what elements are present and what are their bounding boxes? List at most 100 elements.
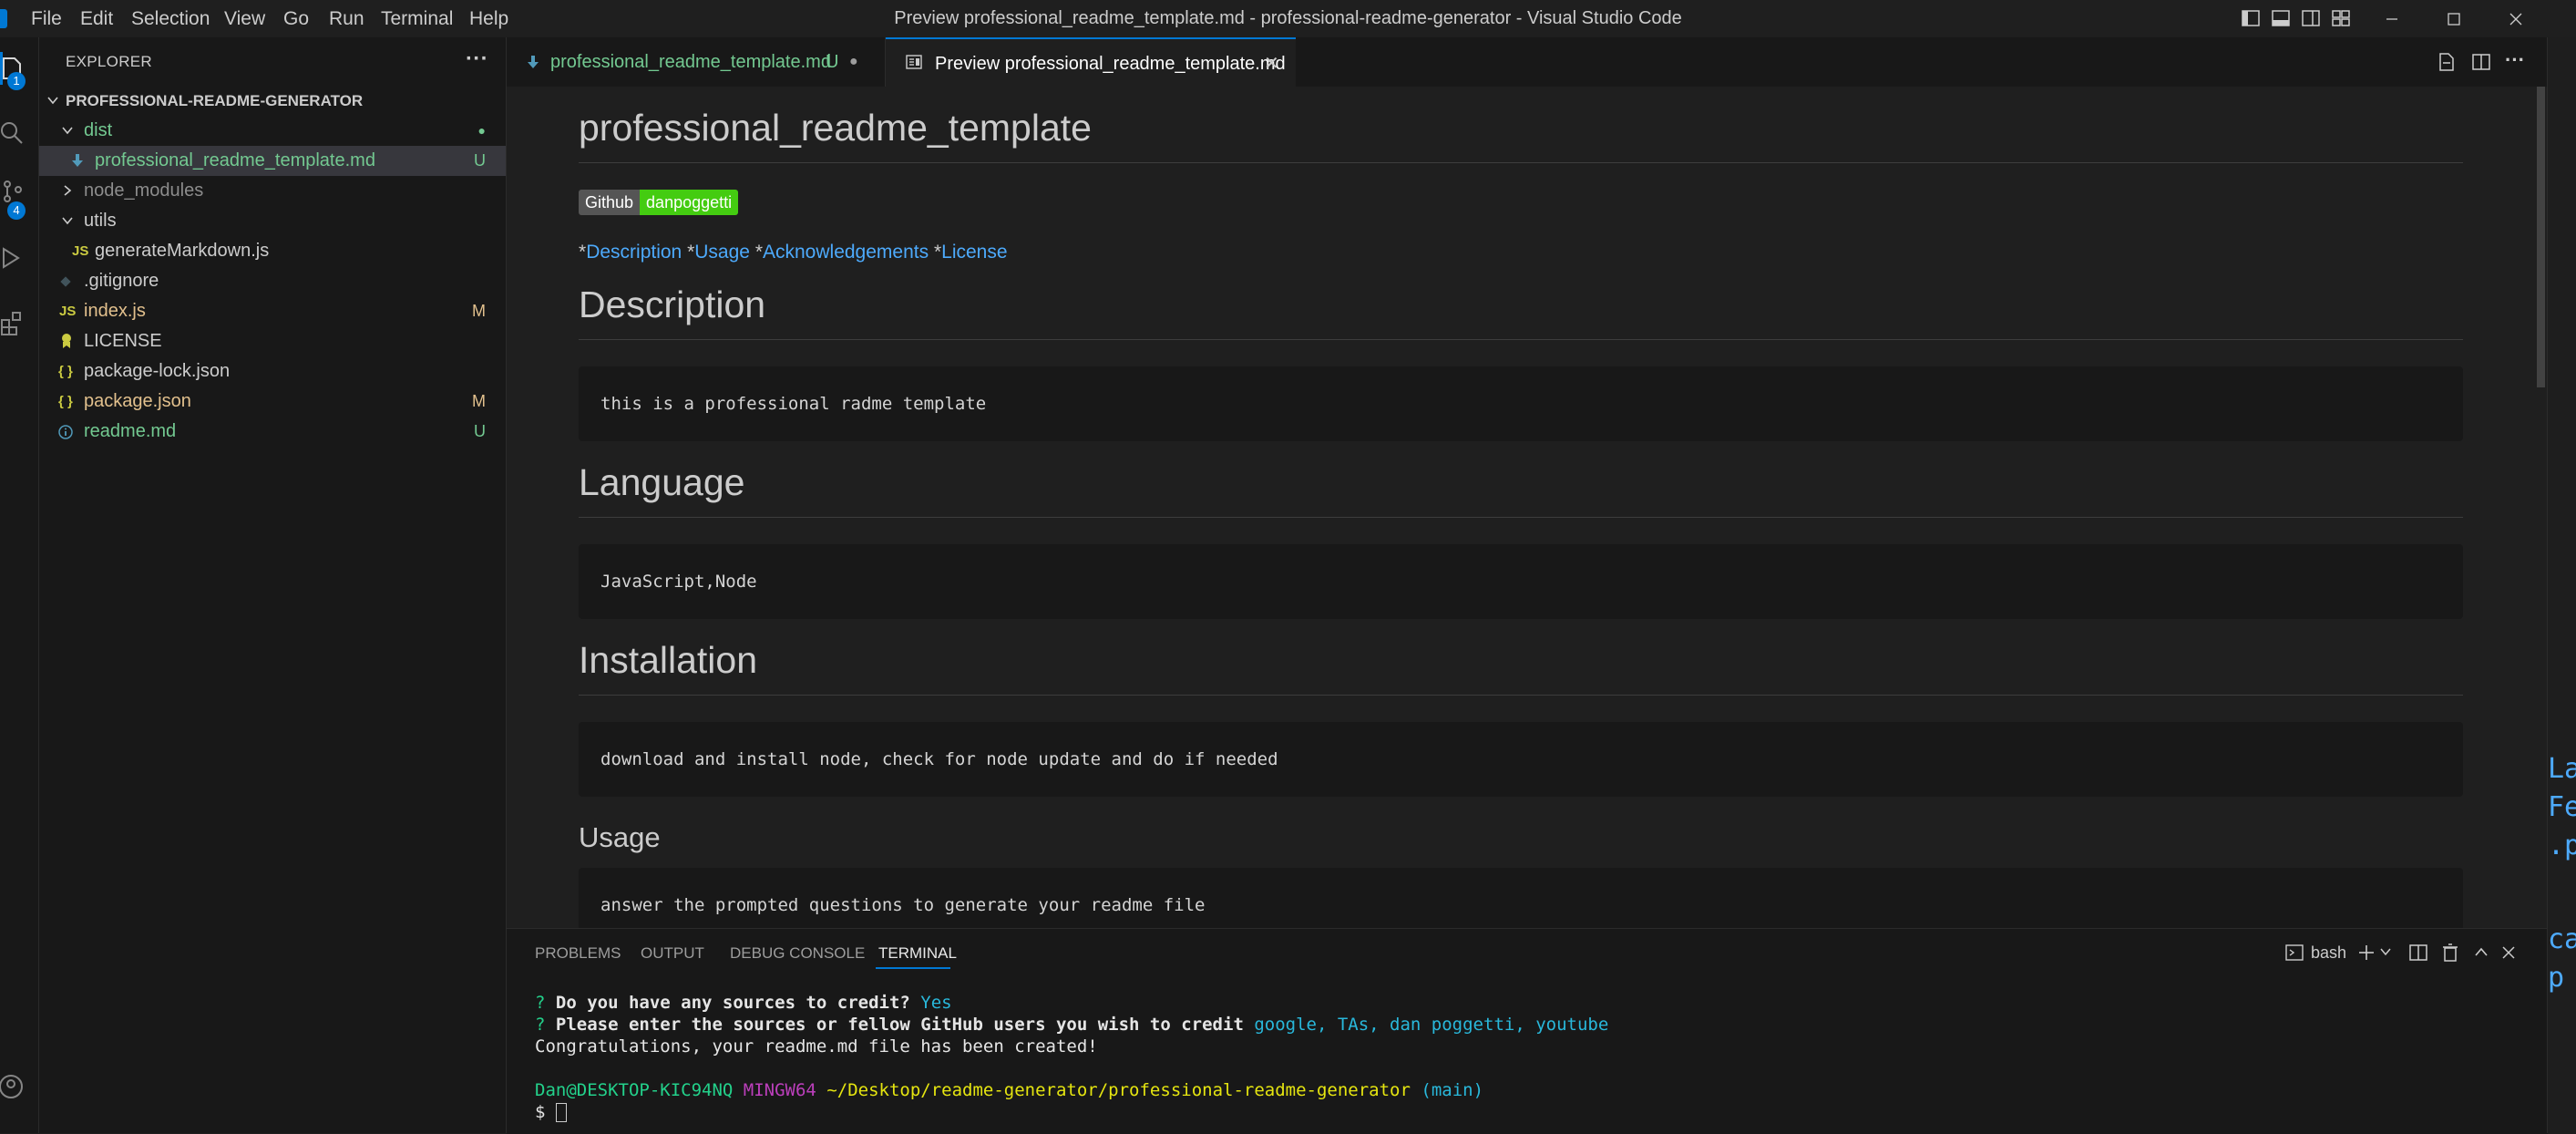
chevron-right-icon xyxy=(64,185,72,196)
tab-label: professional_readme_template.md xyxy=(550,52,831,72)
toc-link-acknowledgements[interactable]: Acknowledgements xyxy=(763,242,929,263)
code-block-description: this is a professional radme template xyxy=(579,366,2463,441)
tree-file-package-json[interactable]: { } package.json M xyxy=(39,387,506,417)
preview-scrollbar[interactable] xyxy=(2534,87,2547,928)
scrollbar-thumb[interactable] xyxy=(2537,87,2545,387)
panel-tab-output[interactable]: OUTPUT xyxy=(641,944,704,963)
menu-file[interactable]: File xyxy=(31,0,62,37)
tree-folder-dist[interactable]: dist ● xyxy=(39,116,506,146)
license-icon xyxy=(62,334,71,348)
tree-file-gitignore[interactable]: .gitignore xyxy=(39,266,506,296)
tab-preview[interactable]: Preview professional_readme_template.md … xyxy=(886,37,1296,88)
code-text: download and install node, check for nod… xyxy=(600,749,1278,769)
tree-file-professional-readme-template[interactable]: professional_readme_template.md U xyxy=(39,146,506,176)
markdown-preview: professional_readme_template Github danp… xyxy=(507,87,2534,928)
toggle-secondary-sidebar-icon[interactable] xyxy=(2301,8,2321,28)
heading-rule xyxy=(579,339,2463,340)
tab-dirty-indicator[interactable]: ● xyxy=(849,37,858,87)
toc-link-description[interactable]: Description xyxy=(586,242,682,263)
tree-file-package-lock[interactable]: { } package-lock.json xyxy=(39,356,506,387)
background-text: .p xyxy=(2548,830,2576,861)
tab-markdown-source[interactable]: professional_readme_template.md U ● xyxy=(507,37,886,87)
chevron-up-icon[interactable] xyxy=(2473,944,2489,961)
close-icon[interactable] xyxy=(2500,944,2517,961)
tree-file-generate-markdown[interactable]: JS generateMarkdown.js xyxy=(39,236,506,266)
workspace-root[interactable]: PROFESSIONAL-README-GENERATOR xyxy=(39,86,506,116)
close-window-button[interactable] xyxy=(2485,0,2547,37)
menu-help[interactable]: Help xyxy=(469,0,508,37)
terminal-prompt-mark: ? xyxy=(535,1015,546,1035)
terminal-branch: (main) xyxy=(1421,1080,1484,1100)
minimize-icon xyxy=(2386,17,2397,20)
terminal-input-line[interactable]: $ xyxy=(535,1102,567,1122)
toggle-panel-icon[interactable] xyxy=(2271,8,2291,28)
split-editor-icon[interactable] xyxy=(2471,52,2491,72)
toggle-primary-sidebar-icon[interactable] xyxy=(2241,8,2261,28)
terminal-question: Please enter the sources or fellow GitHu… xyxy=(555,1015,1244,1035)
terminal-line: Dan@DESKTOP-KIC94NQ MINGW64 ~/Desktop/re… xyxy=(535,1080,1483,1100)
chevron-down-icon[interactable] xyxy=(2379,945,2392,958)
panel-tab-terminal[interactable]: TERMINAL xyxy=(878,944,957,963)
trash-icon[interactable] xyxy=(2440,943,2460,963)
tree-item-status: M xyxy=(472,392,486,410)
tree-item-label: package-lock.json xyxy=(84,361,231,381)
tree-file-readme[interactable]: readme.md U xyxy=(39,417,506,447)
close-icon[interactable]: ✕ xyxy=(1264,39,1279,88)
table-of-contents: *Description *Usage *Acknowledgements *L… xyxy=(579,242,1008,263)
javascript-icon: JS xyxy=(72,243,89,259)
minimize-button[interactable] xyxy=(2361,0,2423,37)
explorer-more-actions[interactable]: ··· xyxy=(466,46,488,72)
terminal-env: MINGW64 xyxy=(743,1080,816,1100)
source-control-icon[interactable] xyxy=(0,179,26,204)
new-terminal-icon[interactable] xyxy=(2356,943,2376,963)
customize-layout-icon[interactable] xyxy=(2331,8,2351,28)
panel-tab-problems[interactable]: PROBLEMS xyxy=(535,944,621,963)
menu-view[interactable]: View xyxy=(224,0,265,37)
tree-item-status: U xyxy=(474,151,486,170)
tree-item-label: readme.md xyxy=(84,421,177,441)
title-bar: File Edit Selection View Go Run Terminal… xyxy=(0,0,2576,38)
section-heading-usage: Usage xyxy=(579,821,661,853)
menu-edit[interactable]: Edit xyxy=(80,0,113,37)
accounts-icon[interactable] xyxy=(0,1074,26,1099)
terminal-shell-name[interactable]: bash xyxy=(2311,943,2346,963)
maximize-button[interactable] xyxy=(2423,0,2485,37)
bottom-panel: PROBLEMS OUTPUT DEBUG CONSOLE TERMINAL b… xyxy=(507,928,2548,1134)
extensions-icon[interactable] xyxy=(0,311,26,336)
editor-tab-bar: professional_readme_template.md U ● Prev… xyxy=(507,37,2576,88)
github-badge[interactable]: Github danpoggetti xyxy=(579,190,739,215)
toc-link-usage[interactable]: Usage xyxy=(694,242,750,263)
menu-run[interactable]: Run xyxy=(329,0,364,37)
chevron-down-icon xyxy=(62,217,73,225)
more-actions-icon[interactable]: ··· xyxy=(2505,48,2525,72)
menu-selection[interactable]: Selection xyxy=(131,0,210,37)
explorer-badge: 1 xyxy=(7,72,26,90)
tree-folder-utils[interactable]: utils xyxy=(39,206,506,236)
preview-icon xyxy=(906,55,922,69)
tree-folder-node-modules[interactable]: node_modules xyxy=(39,176,506,206)
toc-link-license[interactable]: License xyxy=(941,242,1007,263)
section-heading-installation: Installation xyxy=(579,639,758,681)
terminal-path: ~/Desktop/readme-generator/professional-… xyxy=(826,1080,1411,1100)
menu-terminal[interactable]: Terminal xyxy=(381,0,453,37)
terminal-cursor xyxy=(555,1103,567,1122)
tree-item-label: utils xyxy=(84,211,117,231)
menu-go[interactable]: Go xyxy=(283,0,309,37)
terminal-shell-icon xyxy=(2285,944,2304,961)
tree-file-index-js[interactable]: JS index.js M xyxy=(39,296,506,326)
panel-tab-debug-console[interactable]: DEBUG CONSOLE xyxy=(730,944,865,963)
toc-bullet: * xyxy=(754,242,763,263)
heading-rule xyxy=(579,162,2463,163)
close-icon xyxy=(2509,13,2522,25)
javascript-icon: JS xyxy=(59,304,77,319)
terminal-line: ? Please enter the sources or fellow Git… xyxy=(535,1015,1608,1035)
open-source-icon[interactable] xyxy=(2436,52,2456,72)
tree-file-license[interactable]: LICENSE xyxy=(39,326,506,356)
terminal-answer: google, TAs, dan poggetti, youtube xyxy=(1254,1015,1609,1035)
split-terminal-icon[interactable] xyxy=(2408,943,2428,963)
tab-status: U xyxy=(826,52,839,72)
terminal-line: ? Do you have any sources to credit? Yes xyxy=(535,993,952,1013)
search-icon[interactable] xyxy=(0,119,26,145)
run-debug-icon[interactable] xyxy=(0,245,26,271)
section-heading-description: Description xyxy=(579,284,766,325)
